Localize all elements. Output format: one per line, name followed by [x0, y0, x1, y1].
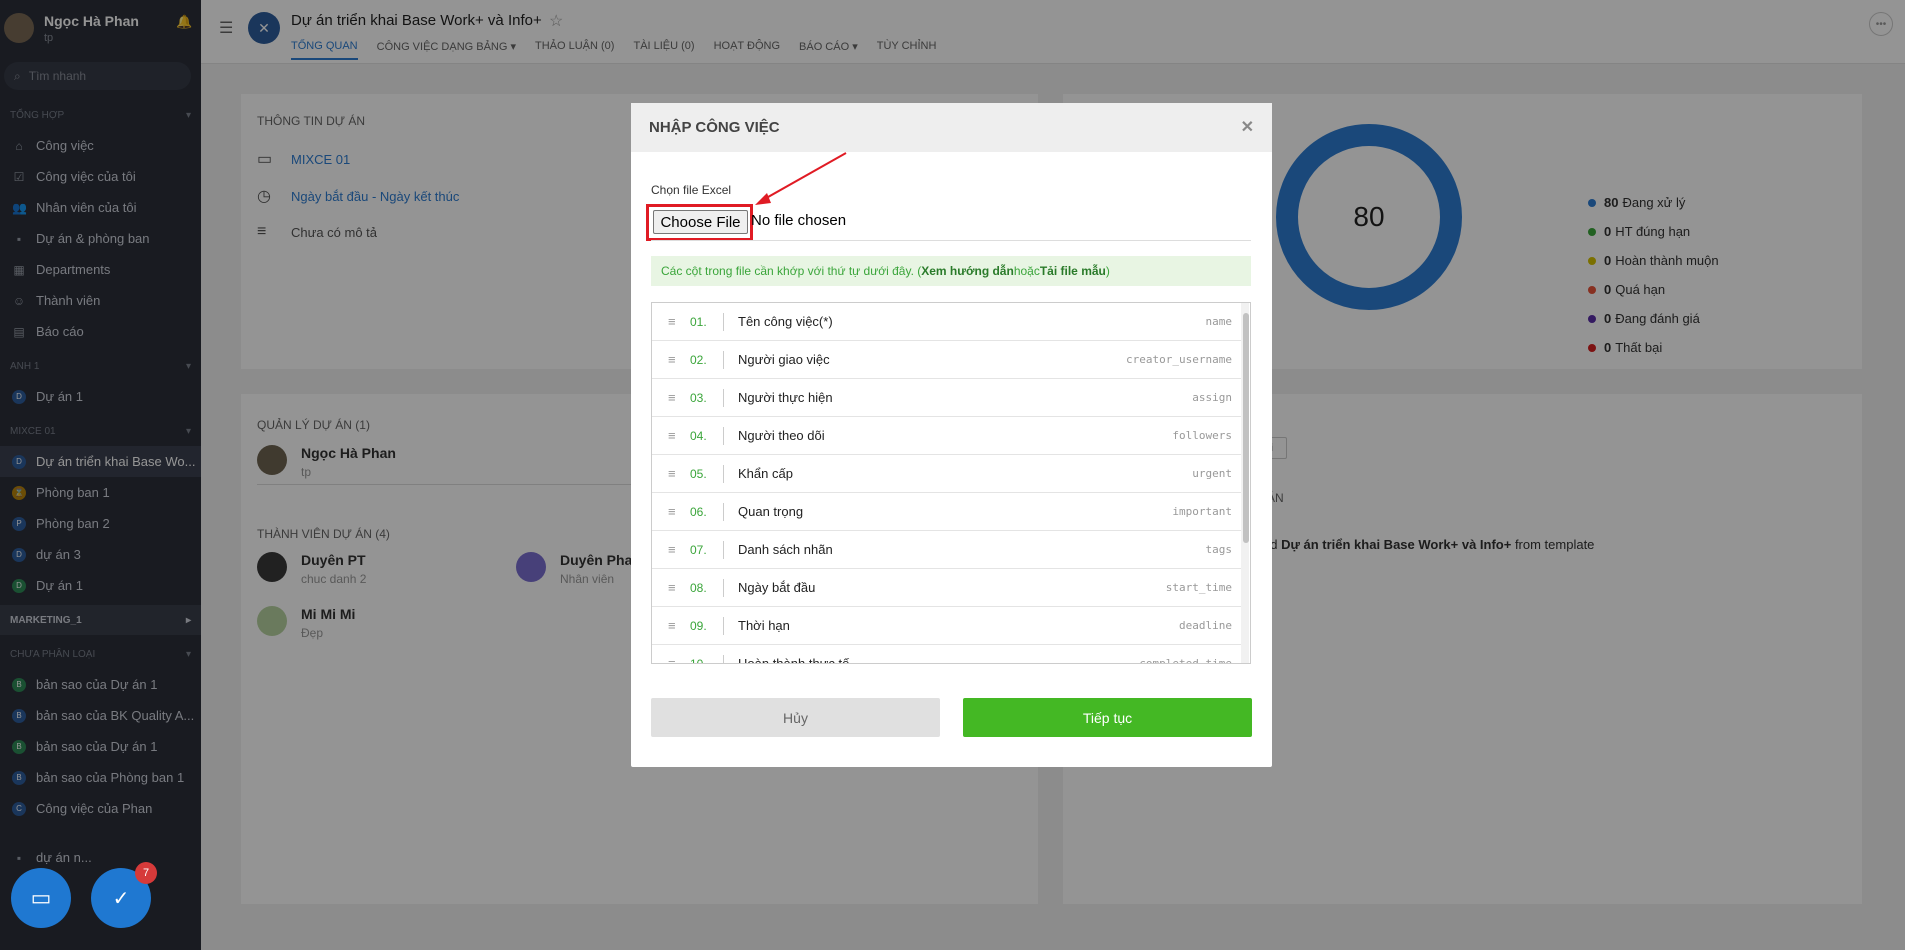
column-key: completed_time: [1139, 657, 1232, 664]
template-link[interactable]: Tải file mẫu: [1040, 264, 1106, 278]
column-number: 03.: [690, 388, 724, 407]
drag-handle-icon[interactable]: ≡: [668, 504, 690, 519]
column-row[interactable]: ≡ 09. Thời hạn deadline: [652, 607, 1242, 645]
modal-header: NHẬP CÔNG VIỆC ✕: [631, 103, 1272, 152]
column-number: 09.: [690, 616, 724, 635]
drag-handle-icon[interactable]: ≡: [668, 580, 690, 595]
task-count-badge: 7: [135, 862, 157, 884]
column-key: urgent: [1192, 467, 1232, 480]
column-order-note: Các cột trong file cần khớp với thứ tự d…: [651, 256, 1251, 286]
chat-icon: ▭: [30, 885, 52, 910]
column-label: Danh sách nhãn: [738, 542, 833, 557]
column-list: ≡ 10. Hoàn thành thực tế completed_time ≡ 09.…: [651, 302, 1251, 664]
column-number: 01.: [690, 312, 724, 331]
column-label: Thời hạn: [738, 618, 790, 633]
column-key: assign: [1192, 391, 1232, 404]
column-number: 04.: [690, 426, 724, 445]
scrollbar-thumb[interactable]: [1243, 313, 1249, 543]
column-key: tags: [1205, 543, 1233, 556]
column-key: name: [1205, 315, 1233, 328]
column-label: Người giao việc: [738, 352, 830, 367]
drag-handle-icon[interactable]: ≡: [668, 314, 690, 329]
column-row[interactable]: ≡ 03. Người thực hiện assign: [652, 379, 1242, 417]
column-label: Người thực hiện: [738, 390, 833, 405]
divider: [651, 240, 1251, 241]
column-row[interactable]: ≡ 01. Tên công việc(*) name: [652, 303, 1242, 341]
continue-button[interactable]: Tiếp tục: [963, 698, 1252, 737]
column-number: 02.: [690, 350, 724, 369]
column-key: start_time: [1165, 581, 1232, 594]
drag-handle-icon[interactable]: ≡: [668, 618, 690, 633]
drag-handle-icon[interactable]: ≡: [668, 542, 690, 557]
file-label: Chọn file Excel: [651, 183, 732, 197]
column-row[interactable]: ≡ 10. Hoàn thành thực tế completed_time: [652, 645, 1242, 664]
column-row[interactable]: ≡ 06. Quan trọng important: [652, 493, 1242, 531]
cancel-button[interactable]: Hủy: [651, 698, 940, 737]
column-key: deadline: [1179, 619, 1232, 632]
column-label: Người theo dõi: [738, 428, 825, 443]
guide-link[interactable]: Xem hướng dẫn: [921, 264, 1014, 278]
column-label: Tên công việc(*): [738, 314, 833, 329]
column-row[interactable]: ≡ 02. Người giao việc creator_username: [652, 341, 1242, 379]
column-label: Quan trọng: [738, 504, 804, 519]
modal-title: NHẬP CÔNG VIỆC: [649, 119, 780, 136]
import-tasks-modal: NHẬP CÔNG VIỆC ✕ Chọn file Excel Choose …: [631, 103, 1272, 767]
file-status: No file chosen: [751, 212, 847, 229]
column-label: Khẩn cấp: [738, 466, 793, 481]
column-row[interactable]: ≡ 07. Danh sách nhãn tags: [652, 531, 1242, 569]
chat-button[interactable]: ▭: [11, 868, 71, 928]
drag-handle-icon[interactable]: ≡: [668, 656, 690, 663]
column-number: 05.: [690, 464, 724, 483]
column-number: 07.: [690, 540, 724, 559]
column-key: important: [1172, 505, 1232, 518]
column-key: followers: [1172, 429, 1232, 442]
column-number: 06.: [690, 502, 724, 521]
arrow-icon: [755, 152, 847, 205]
drag-handle-icon[interactable]: ≡: [668, 352, 690, 367]
column-label: Ngày bắt đầu: [738, 580, 816, 595]
column-number: 10.: [690, 654, 724, 663]
column-row[interactable]: ≡ 05. Khẩn cấp urgent: [652, 455, 1242, 493]
column-key: creator_username: [1126, 353, 1232, 366]
column-row[interactable]: ≡ 08. Ngày bắt đầu start_time: [652, 569, 1242, 607]
column-label: Hoàn thành thực tế: [738, 656, 850, 664]
drag-handle-icon[interactable]: ≡: [668, 466, 690, 481]
column-number: 08.: [690, 578, 724, 597]
clipboard-check-icon: ✓: [112, 887, 130, 910]
close-icon[interactable]: ✕: [1241, 117, 1254, 137]
column-row[interactable]: ≡ 04. Người theo dõi followers: [652, 417, 1242, 455]
drag-handle-icon[interactable]: ≡: [668, 428, 690, 443]
choose-file-button[interactable]: Choose File: [653, 210, 748, 234]
drag-handle-icon[interactable]: ≡: [668, 390, 690, 405]
